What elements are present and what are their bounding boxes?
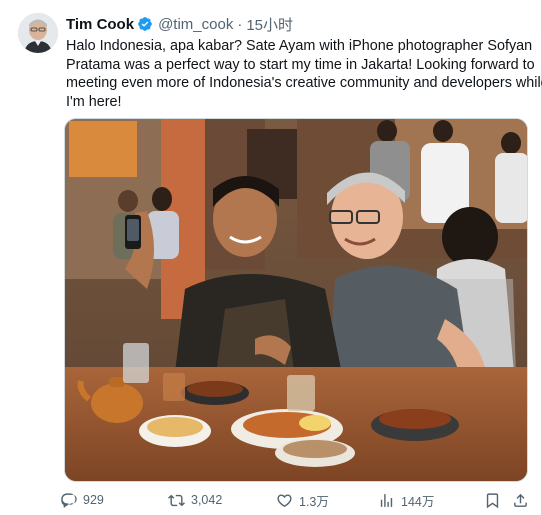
- verified-badge-icon: [138, 17, 152, 31]
- reply-count: 929: [83, 493, 104, 507]
- views-count: 144万: [401, 494, 435, 509]
- share-button[interactable]: [512, 492, 535, 509]
- retweet-button[interactable]: 3,042: [168, 492, 222, 509]
- retweet-icon: [168, 494, 185, 506]
- views-button[interactable]: 144万: [378, 491, 434, 510]
- heart-icon: [277, 493, 292, 507]
- like-count: 1.3万: [299, 494, 329, 509]
- reply-button[interactable]: 929: [60, 492, 104, 509]
- author-name[interactable]: Tim Cook: [66, 16, 134, 33]
- retweet-count: 3,042: [191, 493, 223, 507]
- restaurant-selfie-photo: [65, 119, 527, 481]
- tweet-time[interactable]: 15小时: [246, 14, 293, 35]
- tweet-text-line: Halo Indonesia, apa kabar? Sate Ayam wit…: [66, 38, 533, 54]
- like-button[interactable]: 1.3万: [276, 491, 329, 510]
- share-icon: [514, 493, 527, 507]
- tweet-text-line: meeting even more of Indonesia's creativ…: [66, 75, 542, 91]
- tweet-text-line: I'm here!: [66, 93, 122, 110]
- tweet-card: Tim Cook @tim_cook · 15小时 Halo Indonesia…: [0, 0, 542, 516]
- bookmark-icon: [486, 492, 499, 508]
- tweet-actions: 929 3,042 1.3万 144万: [60, 490, 530, 510]
- tweet-text: Halo Indonesia, apa kabar? Sate Ayam wit…: [66, 37, 542, 111]
- tweet-text-line: Pratama was a perfect way to start my ti…: [66, 56, 535, 73]
- tweet-photo[interactable]: [64, 118, 528, 482]
- avatar-image: [18, 13, 58, 53]
- avatar[interactable]: [18, 13, 58, 53]
- views-chart-icon: [380, 493, 393, 507]
- reply-icon: [61, 492, 77, 507]
- tweet-header: Tim Cook @tim_cook · 15小时: [66, 14, 293, 34]
- author-handle[interactable]: @tim_cook: [158, 16, 233, 33]
- bookmark-button[interactable]: [484, 492, 507, 509]
- header-separator: ·: [237, 15, 243, 33]
